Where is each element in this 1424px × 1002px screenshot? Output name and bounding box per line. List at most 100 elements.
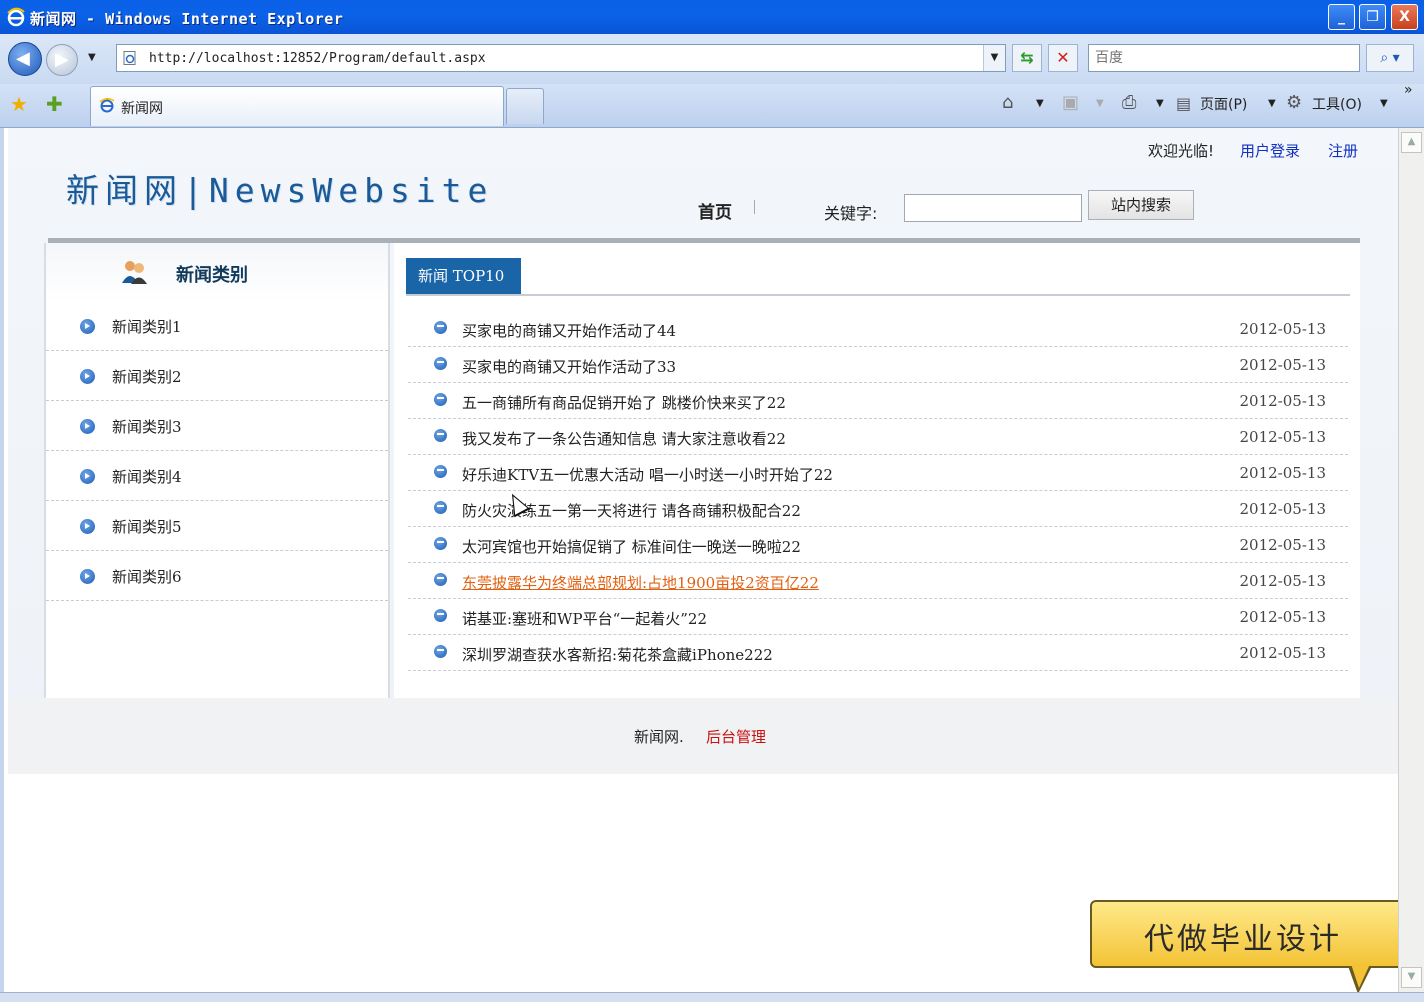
news-date: 2012-05-13 [1239,392,1326,410]
news-row[interactable]: 防火灾演练五一第一天将进行 请各商铺积极配合22 2012-05-13 [408,491,1348,527]
sidebar-header: 新闻类别 [46,243,388,301]
keyword-input[interactable] [904,194,1082,222]
feeds-dropdown-icon[interactable]: ▼ [1096,98,1104,109]
top10-tab[interactable]: 新闻 TOP10 [406,258,521,294]
category-item[interactable]: 新闻类别1 [46,301,388,351]
search-input[interactable] [1089,45,1359,71]
category-item[interactable]: 新闻类别4 [46,451,388,501]
news-row[interactable]: 东莞披露华为终端总部规划:占地1900亩投2资百亿22 2012-05-13 [408,563,1348,599]
more-commands-icon[interactable]: » [1404,82,1413,98]
page-dropdown-icon[interactable]: ▼ [1268,98,1276,109]
tools-dropdown-icon[interactable]: ▼ [1380,98,1388,109]
scroll-down-icon[interactable]: ▼ [1401,967,1422,988]
nav-home-link[interactable]: 首页 [698,198,732,223]
category-item[interactable]: 新闻类别2 [46,351,388,401]
category-label[interactable]: 新闻类别4 [112,466,182,487]
refresh-button[interactable]: ⇆ [1012,44,1042,72]
category-label[interactable]: 新闻类别3 [112,416,182,437]
feeds-icon[interactable]: ▣ [1062,92,1079,113]
page-icon [123,51,136,65]
news-date: 2012-05-13 [1239,644,1326,662]
tab-news[interactable]: 新闻网 [90,86,504,126]
page-menu-icon: ▤ [1176,94,1192,113]
category-item[interactable]: 新闻类别6 [46,551,388,601]
news-date: 2012-05-13 [1239,572,1326,590]
back-button[interactable]: ◀ [8,42,42,76]
news-row[interactable]: 买家电的商铺又开始作活动了44 2012-05-13 [408,311,1348,347]
news-title[interactable]: 诺基亚:塞班和WP平台“一起着火”22 [462,608,707,629]
address-url[interactable]: http://localhost:12852/Program/default.a… [149,51,486,66]
login-link[interactable]: 用户登录 [1240,140,1300,161]
arrow-bullet-icon [80,419,95,434]
search-box[interactable] [1088,44,1360,72]
news-row[interactable]: 五一商铺所有商品促销开始了 跳楼价快来买了22 2012-05-13 [408,383,1348,419]
close-button[interactable]: X [1391,4,1418,30]
category-sidebar: 新闻类别 新闻类别1 新闻类别2 新闻类别3 新闻类别4 新闻类别5 新闻类别6 [44,243,390,774]
news-title[interactable]: 我又发布了一条公告通知信息 请大家注意收看22 [462,428,786,449]
gear-icon: ⚙ [1286,92,1303,113]
news-title[interactable]: 买家电的商铺又开始作活动了44 [462,320,676,341]
news-row[interactable]: 买家电的商铺又开始作活动了33 2012-05-13 [408,347,1348,383]
print-dropdown-icon[interactable]: ▼ [1156,98,1164,109]
footer-site-name: 新闻网. [634,728,684,746]
arrow-bullet-icon [80,569,95,584]
category-label[interactable]: 新闻类别2 [112,366,182,387]
news-bullet-icon [434,321,447,334]
status-bar [0,992,1424,1002]
history-dropdown-icon[interactable]: ▼ [88,52,96,63]
minimize-button[interactable]: _ [1328,4,1355,30]
news-bullet-icon [434,357,447,370]
maximize-button[interactable]: ❐ [1359,4,1386,30]
ie-page-icon [99,97,115,113]
news-title[interactable]: 太河宾馆也开始搞促销了 标准间住一晚送一晚啦22 [462,536,801,557]
news-title-hovered[interactable]: 东莞披露华为终端总部规划:占地1900亩投2资百亿22 [462,572,819,593]
news-row[interactable]: 诺基亚:塞班和WP平台“一起着火”22 2012-05-13 [408,599,1348,635]
news-date: 2012-05-13 [1239,500,1326,518]
news-bullet-icon [434,501,447,514]
arrow-bullet-icon [80,319,95,334]
ad-text: 代做毕业设计 [1144,922,1342,957]
stop-button[interactable]: ✕ [1048,44,1078,72]
news-bullet-icon [434,465,447,478]
ad-callout[interactable]: 代做毕业设计 [1090,900,1420,994]
news-title[interactable]: 五一商铺所有商品促销开始了 跳楼价快来买了22 [462,392,786,413]
print-icon[interactable]: ⎙ [1122,92,1136,113]
new-tab-button[interactable] [506,88,544,124]
home-dropdown-icon[interactable]: ▼ [1036,98,1044,109]
vertical-scrollbar[interactable]: ▲ ▼ [1398,128,1424,992]
add-favorites-icon[interactable]: ✚ [46,92,63,116]
site-search-button[interactable]: 站内搜索 [1088,190,1194,220]
category-item[interactable]: 新闻类别3 [46,401,388,451]
category-item[interactable]: 新闻类别5 [46,501,388,551]
news-row[interactable]: 太河宾馆也开始搞促销了 标准间住一晚送一晚啦22 2012-05-13 [408,527,1348,563]
category-label[interactable]: 新闻类别6 [112,566,182,587]
search-go-button[interactable]: ⌕ ▾ [1366,44,1414,72]
category-label[interactable]: 新闻类别1 [112,316,182,337]
news-title[interactable]: 买家电的商铺又开始作活动了33 [462,356,676,377]
home-icon[interactable]: ⌂ [1002,92,1013,113]
scroll-up-icon[interactable]: ▲ [1401,132,1422,153]
welcome-text: 欢迎光临! [1148,142,1215,160]
window-title: 新闻网 - Windows Internet Explorer [30,10,344,28]
arrow-bullet-icon [80,519,95,534]
forward-button[interactable]: ▶ [46,44,78,76]
news-bullet-icon [434,573,447,586]
tab-underline [406,294,1350,296]
category-label[interactable]: 新闻类别5 [112,516,182,537]
register-link[interactable]: 注册 [1328,140,1358,161]
favorites-star-icon[interactable]: ★ [10,92,28,116]
nav-separator [754,200,755,214]
news-bullet-icon [434,645,447,658]
page-menu[interactable]: 页面(P) [1200,94,1247,114]
tools-menu[interactable]: 工具(O) [1312,94,1362,114]
news-row[interactable]: 好乐迪KTV五一优惠大活动 唱一小时送一小时开始了22 2012-05-13 [408,455,1348,491]
news-row[interactable]: 深圳罗湖查获水客新招:菊花茶盒藏iPhone222 2012-05-13 [408,635,1348,671]
news-title[interactable]: 深圳罗湖查获水客新招:菊花茶盒藏iPhone222 [462,644,773,665]
news-bullet-icon [434,393,447,406]
admin-link[interactable]: 后台管理 [706,726,766,747]
ie-logo-icon [7,7,25,27]
address-bar[interactable]: http://localhost:12852/Program/default.a… [116,44,1006,72]
news-row[interactable]: 我又发布了一条公告通知信息 请大家注意收看22 2012-05-13 [408,419,1348,455]
news-title[interactable]: 好乐迪KTV五一优惠大活动 唱一小时送一小时开始了22 [462,464,833,485]
address-dropdown-icon[interactable]: ▼ [983,45,1005,71]
